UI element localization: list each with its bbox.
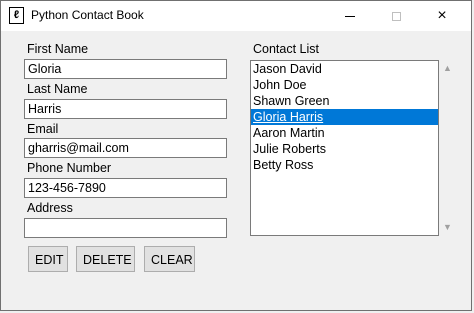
chevron-down-icon[interactable]: ▼ xyxy=(439,219,456,236)
list-item-selected[interactable]: Gloria Harris xyxy=(251,109,438,125)
list-item[interactable]: Betty Ross xyxy=(251,157,438,173)
minimize-icon xyxy=(345,15,355,17)
list-item[interactable]: John Doe xyxy=(251,77,438,93)
edit-button[interactable]: EDIT xyxy=(28,246,68,272)
email-label: Email xyxy=(27,122,59,136)
last-name-label: Last Name xyxy=(27,82,88,96)
list-scrollbar[interactable]: ▲ ▼ xyxy=(439,60,456,236)
chevron-up-icon[interactable]: ▲ xyxy=(439,60,456,77)
maximize-button[interactable] xyxy=(373,1,419,31)
first-name-field[interactable] xyxy=(24,59,227,79)
first-name-label: First Name xyxy=(27,42,89,56)
last-name-field[interactable] xyxy=(24,99,227,119)
list-item[interactable]: Jason David xyxy=(251,61,438,77)
phone-field[interactable] xyxy=(24,178,227,198)
clear-button[interactable]: CLEAR xyxy=(144,246,195,272)
window-title: Python Contact Book xyxy=(31,8,144,22)
maximize-icon xyxy=(391,11,401,21)
contact-listbox[interactable]: Jason David John Doe Shawn Green Gloria … xyxy=(250,60,439,236)
close-icon: × xyxy=(437,7,447,24)
address-field[interactable] xyxy=(24,218,227,238)
contact-list-label: Contact List xyxy=(253,42,320,56)
list-item[interactable]: Julie Roberts xyxy=(251,141,438,157)
close-button[interactable]: × xyxy=(419,1,465,31)
address-label: Address xyxy=(27,201,73,215)
list-item[interactable]: Shawn Green xyxy=(251,93,438,109)
title-bar[interactable]: ℓ Python Contact Book × xyxy=(1,1,471,31)
phone-label: Phone Number xyxy=(27,161,112,175)
feather-book-icon: ℓ xyxy=(9,7,24,24)
delete-button[interactable]: DELETE xyxy=(76,246,135,272)
minimize-button[interactable] xyxy=(327,1,373,31)
list-item[interactable]: Aaron Martin xyxy=(251,125,438,141)
email-field[interactable] xyxy=(24,138,227,158)
